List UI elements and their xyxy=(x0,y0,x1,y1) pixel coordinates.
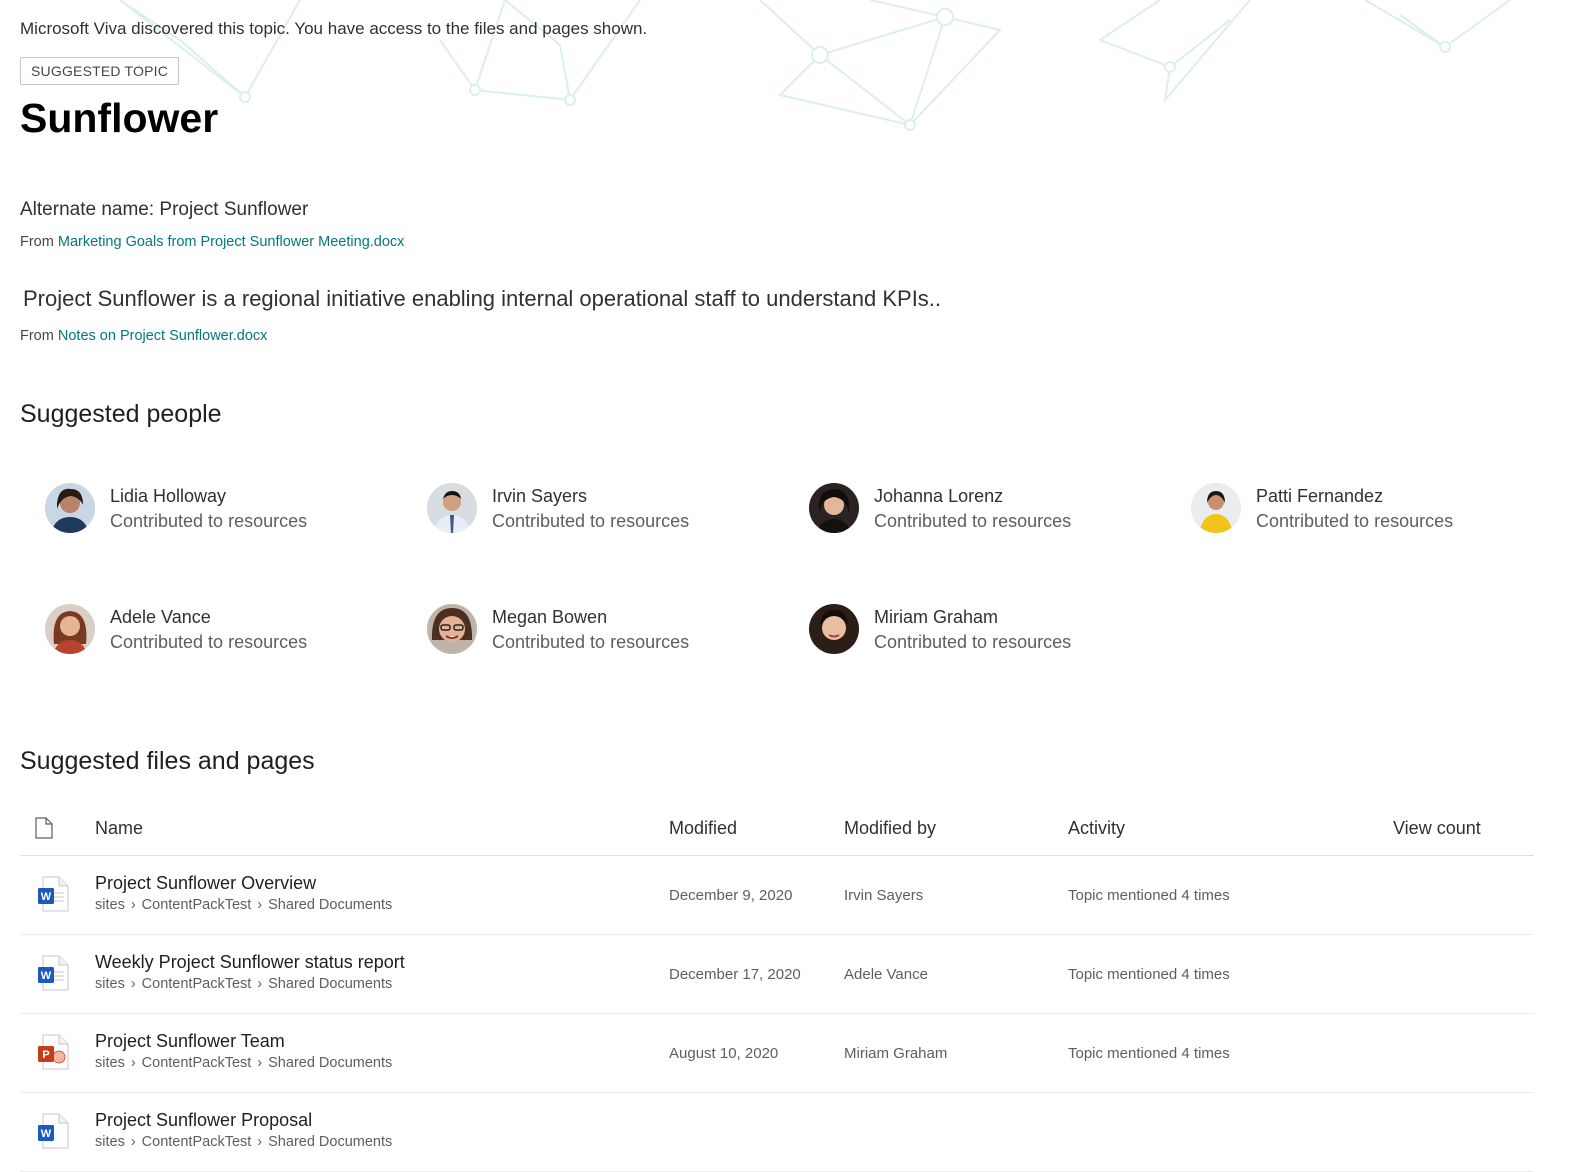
files-table: Name Modified Modified by Activity View … xyxy=(20,800,1534,1172)
modified-by: Adele Vance xyxy=(844,966,928,983)
source-prefix: From xyxy=(20,328,54,344)
description-source: From Notes on Project Sunflower.docx xyxy=(20,328,267,344)
svg-text:W: W xyxy=(41,891,52,903)
file-path: sites › ContentPackTest › Shared Documents xyxy=(95,976,392,992)
path-segment: ContentPackTest xyxy=(141,1055,252,1071)
source-link-marketing-goals[interactable]: Marketing Goals from Project Sunflower M… xyxy=(58,234,405,250)
path-segment: Shared Documents xyxy=(268,897,393,913)
activity: Topic mentioned 4 times xyxy=(1068,1045,1230,1062)
table-row[interactable]: W Project Sunflower Overview sites › Conte… xyxy=(20,856,1534,935)
table-row[interactable]: W Weekly Project Sunflower status report… xyxy=(20,935,1534,1014)
avatar[interactable] xyxy=(427,483,477,533)
file-name[interactable]: Project Sunflower Proposal xyxy=(95,1110,312,1131)
avatar[interactable] xyxy=(45,604,95,654)
person-name: Patti Fernandez xyxy=(1256,486,1384,506)
person-name: Megan Bowen xyxy=(492,607,608,627)
word-icon: W xyxy=(38,955,69,991)
topic-description: Project Sunflower is a regional initiati… xyxy=(23,286,942,311)
suggested-people-heading: Suggested people xyxy=(20,400,222,428)
file-path: sites › ContentPackTest › Shared Documents xyxy=(95,1134,392,1150)
file-type-icon[interactable] xyxy=(34,817,54,839)
person-role: Contributed to resources xyxy=(110,511,308,531)
path-segment: sites xyxy=(95,1055,125,1071)
suggested-people-grid: Lidia Holloway Contributed to resources … xyxy=(20,470,1534,690)
person-role: Contributed to resources xyxy=(110,632,308,652)
suggested-files-heading: Suggested files and pages xyxy=(20,747,315,775)
avatar[interactable] xyxy=(809,483,859,533)
modified-date: August 10, 2020 xyxy=(669,1045,779,1062)
person-card[interactable]: Miriam Graham Contributed to resources xyxy=(784,591,1144,654)
person-role: Contributed to resources xyxy=(874,511,1072,531)
activity: Topic mentioned 4 times xyxy=(1068,966,1230,983)
table-row[interactable]: W Project Sunflower Proposal sites › Conte… xyxy=(20,1093,1534,1172)
person-role: Contributed to resources xyxy=(492,511,690,531)
file-path: sites › ContentPackTest › Shared Documents xyxy=(95,1055,392,1071)
svg-text:W: W xyxy=(41,1128,52,1140)
path-segment: Shared Documents xyxy=(268,1055,393,1071)
chevron-right-icon: › xyxy=(257,897,263,913)
path-segment: ContentPackTest xyxy=(141,897,252,913)
activity: Topic mentioned 4 times xyxy=(1068,887,1230,904)
path-segment: ContentPackTest xyxy=(141,976,252,992)
source-prefix: From xyxy=(20,234,54,250)
column-header-modified-by[interactable]: Modified by xyxy=(844,818,936,839)
avatar[interactable] xyxy=(809,604,859,654)
person-role: Contributed to resources xyxy=(1256,511,1454,531)
chevron-right-icon: › xyxy=(130,976,136,992)
modified-date: December 17, 2020 xyxy=(669,966,801,983)
path-segment: ContentPackTest xyxy=(141,1134,252,1150)
file-name[interactable]: Project Sunflower Overview xyxy=(95,873,316,894)
svg-text:P: P xyxy=(42,1049,49,1061)
suggested-topic-tag: SUGGESTED TOPIC xyxy=(20,57,180,85)
person-role: Contributed to resources xyxy=(874,632,1072,652)
modified-date: December 9, 2020 xyxy=(669,887,793,904)
person-card[interactable]: Irvin Sayers Contributed to resources xyxy=(402,470,762,533)
chevron-right-icon: › xyxy=(257,976,263,992)
person-name: Miriam Graham xyxy=(874,607,999,627)
person-name: Johanna Lorenz xyxy=(874,486,1004,506)
person-name: Lidia Holloway xyxy=(110,486,227,506)
word-icon: W xyxy=(38,876,69,912)
path-segment: Shared Documents xyxy=(268,1134,393,1150)
person-role: Contributed to resources xyxy=(492,632,690,652)
svg-text:W: W xyxy=(41,970,52,982)
column-header-activity[interactable]: Activity xyxy=(1068,818,1125,839)
files-table-header: Name Modified Modified by Activity View … xyxy=(20,800,1534,856)
chevron-right-icon: › xyxy=(257,1055,263,1071)
file-path: sites › ContentPackTest › Shared Documents xyxy=(95,897,392,913)
path-segment: sites xyxy=(95,1134,125,1150)
file-name[interactable]: Weekly Project Sunflower status report xyxy=(95,952,405,973)
person-card[interactable]: Johanna Lorenz Contributed to resources xyxy=(784,470,1144,533)
person-name: Adele Vance xyxy=(110,607,211,627)
alternate-name: Alternate name: Project Sunflower xyxy=(20,199,309,220)
path-segment: sites xyxy=(95,976,125,992)
column-header-modified[interactable]: Modified xyxy=(669,818,737,839)
path-segment: Shared Documents xyxy=(268,976,393,992)
column-header-name[interactable]: Name xyxy=(95,818,143,839)
person-card[interactable]: Patti Fernandez Contributed to resources xyxy=(1166,470,1526,533)
chevron-right-icon: › xyxy=(130,897,136,913)
person-card[interactable]: Megan Bowen Contributed to resources xyxy=(402,591,762,654)
table-row[interactable]: P Project Sunflower Team sites › ContentPa… xyxy=(20,1014,1534,1093)
modified-by: Miriam Graham xyxy=(844,1045,948,1062)
word-icon: W xyxy=(38,1113,69,1149)
path-segment: sites xyxy=(95,897,125,913)
avatar[interactable] xyxy=(427,604,477,654)
person-card[interactable]: Adele Vance Contributed to resources xyxy=(20,591,380,654)
person-card[interactable]: Lidia Holloway Contributed to resources xyxy=(20,470,380,533)
modified-by: Irvin Sayers xyxy=(844,887,924,904)
source-link-notes[interactable]: Notes on Project Sunflower.docx xyxy=(58,328,268,344)
chevron-right-icon: › xyxy=(130,1134,136,1150)
avatar[interactable] xyxy=(1191,483,1241,533)
chevron-right-icon: › xyxy=(130,1055,136,1071)
column-header-view-count[interactable]: View count xyxy=(1393,818,1481,839)
alternate-name-source: From Marketing Goals from Project Sunflo… xyxy=(20,234,404,250)
topic-title: Sunflower xyxy=(20,95,219,141)
person-name: Irvin Sayers xyxy=(492,486,588,506)
discovery-banner: Microsoft Viva discovered this topic. Yo… xyxy=(20,19,648,38)
avatar[interactable] xyxy=(45,483,95,533)
file-name[interactable]: Project Sunflower Team xyxy=(95,1031,285,1052)
chevron-right-icon: › xyxy=(257,1134,263,1150)
powerpoint-icon: P xyxy=(38,1034,69,1070)
